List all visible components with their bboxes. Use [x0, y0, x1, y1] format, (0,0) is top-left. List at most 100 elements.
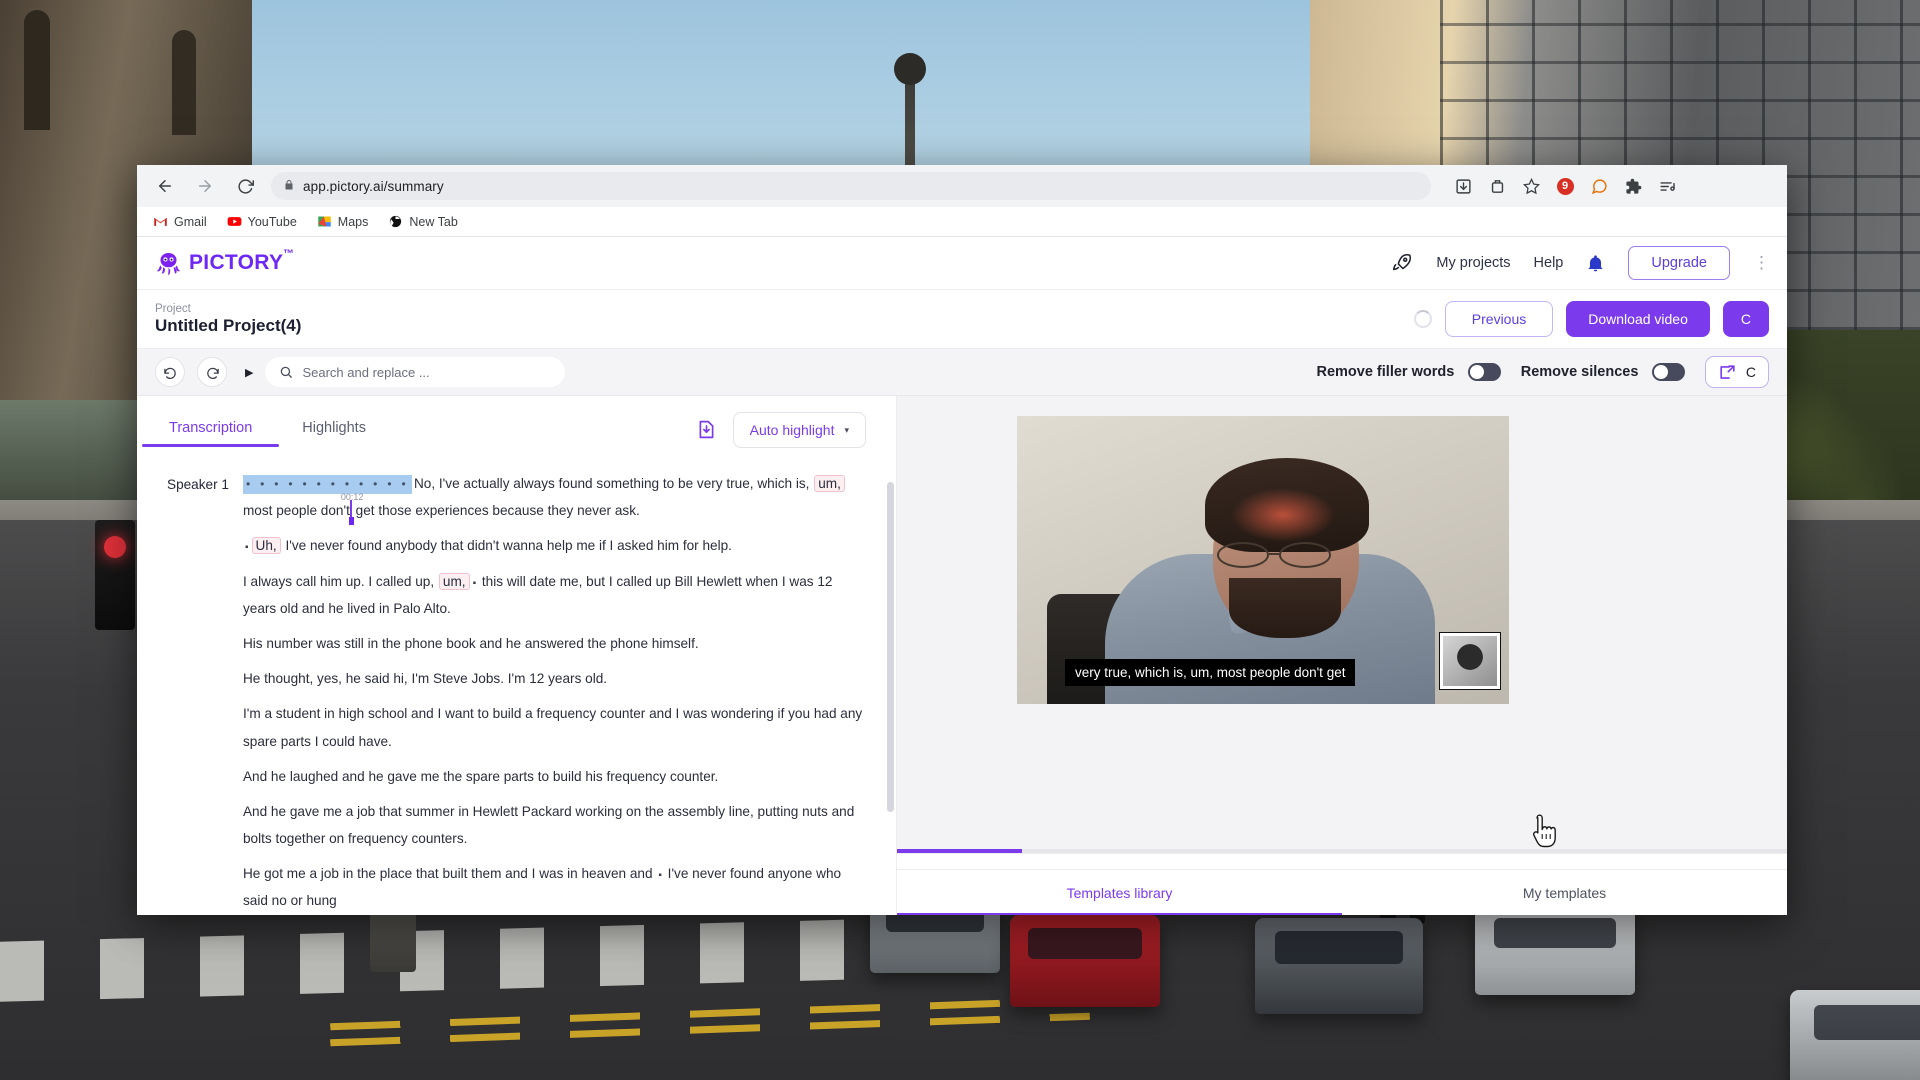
save-icon[interactable] [1487, 176, 1507, 196]
transcript-text[interactable]: • • • • • • • • • • • • No, I've actually… [242, 470, 866, 915]
rocket-icon[interactable] [1391, 252, 1413, 274]
transcript-segment: most people don't [242, 503, 350, 519]
bookmark-new-tab[interactable]: New Tab [388, 214, 458, 229]
browser-action-icons: 9 [1453, 176, 1677, 196]
preview-pane: very true, which is, um, most people don… [897, 396, 1787, 915]
export-icon [1718, 363, 1737, 382]
pause-marker[interactable]: ▪ [243, 542, 251, 553]
bookmark-maps[interactable]: Maps [317, 214, 368, 229]
transcript-paragraph[interactable]: He got me a job in the place that built … [243, 860, 866, 914]
toolbar-right: Remove filler words Remove silences C [1316, 356, 1769, 388]
remove-filler-words-toggle-group[interactable]: Remove filler words [1316, 362, 1501, 381]
puzzle-icon[interactable] [1623, 176, 1643, 196]
transcription-tabs: Transcription Highlights Auto highlight … [137, 396, 896, 448]
next-button-partial[interactable]: C [1722, 301, 1769, 337]
project-info: Project Untitled Project(4) [155, 303, 301, 336]
download-video-button[interactable]: Download video [1566, 301, 1710, 337]
transcript-segment: No, I've actually always found something… [413, 476, 814, 491]
car [1255, 918, 1423, 1014]
transcript-segment: I've never found anybody that didn't wan… [281, 538, 732, 554]
transcript-paragraph[interactable]: And he gave me a job that summer in Hewl… [243, 798, 866, 852]
filler-word[interactable]: um, [814, 475, 845, 492]
transcript-paragraph[interactable]: I'm a student in high school and I want … [243, 700, 866, 754]
transcript-segment: He got me a job in the place that built … [242, 866, 657, 882]
bell-icon[interactable] [1586, 254, 1605, 273]
expand-panel-icon[interactable]: ▶ [245, 366, 253, 379]
video-subject-beard [1229, 578, 1341, 638]
transcript-segment: get those experiences because they never… [355, 503, 640, 519]
watermark-thumbnail [1439, 632, 1501, 690]
forward-button[interactable] [191, 172, 219, 200]
export-button[interactable]: C [1704, 356, 1769, 388]
transcript-paragraph[interactable]: He thought, yes, he said hi, I'm Steve J… [243, 665, 866, 692]
transcript-body[interactable]: Speaker 1 • • • • • • • • • • • • No, I'v… [137, 448, 896, 915]
transcript-segment: And he gave me a job that summer in Hewl… [242, 803, 855, 847]
text-cursor: 00:12 [341, 492, 363, 526]
browser-toolbar: app.pictory.ai/summary 9 [137, 165, 1787, 207]
video-lens-flare [1231, 488, 1335, 542]
app-header: PICTORY ™ My projects Help Upgrade ⋮ [137, 237, 1787, 290]
transcript-paragraph[interactable]: His number was still in the phone book a… [243, 630, 866, 657]
search-icon [279, 365, 293, 379]
tab-my-templates[interactable]: My templates [1342, 870, 1787, 916]
project-label: Project [155, 302, 191, 315]
transcription-pane: Transcription Highlights Auto highlight … [137, 396, 897, 915]
redo-icon[interactable] [197, 357, 227, 387]
my-projects-link[interactable]: My projects [1436, 255, 1510, 271]
silence-marker[interactable]: • • • • • • • • • • • • [242, 474, 412, 494]
previous-button[interactable]: Previous [1444, 301, 1554, 337]
bookmark-gmail[interactable]: Gmail [153, 214, 207, 229]
pause-marker[interactable]: ▪ [471, 578, 479, 589]
install-icon[interactable] [1453, 176, 1473, 196]
remove-silences-toggle-group[interactable]: Remove silences [1520, 362, 1685, 381]
lock-icon [283, 179, 295, 194]
timestamp-marker: 00:12 [340, 492, 364, 503]
project-title[interactable]: Untitled Project(4) [155, 316, 301, 336]
traffic-signal [95, 520, 135, 630]
browser-window: app.pictory.ai/summary 9 Gmail YouTube M… [137, 165, 1787, 915]
filler-word[interactable]: Uh, [251, 537, 281, 555]
gmail-icon [153, 214, 168, 229]
remove-silences-label: Remove silences [1520, 364, 1639, 381]
upgrade-button[interactable]: Upgrade [1628, 246, 1730, 280]
header-actions: My projects Help Upgrade ⋮ [1391, 246, 1770, 280]
download-transcript-icon[interactable] [696, 419, 717, 442]
loading-spinner-icon [1413, 310, 1432, 328]
car [1475, 905, 1635, 995]
reading-list-icon[interactable] [1657, 176, 1677, 196]
overflow-menu-icon[interactable]: ⋮ [1753, 253, 1770, 273]
bookmark-label: Gmail [174, 214, 207, 229]
transcript-paragraph[interactable]: I always call him up. I called up, um, ▪ … [243, 568, 866, 622]
transcript-paragraph[interactable]: ▪ Uh, I've never found anybody that didn'… [243, 532, 866, 559]
tab-highlights[interactable]: Highlights [300, 414, 368, 447]
search-placeholder: Search and replace ... [302, 364, 430, 380]
car [1010, 915, 1160, 1007]
search-and-replace-input[interactable]: Search and replace ... [265, 357, 566, 387]
filler-word[interactable]: um, [438, 572, 470, 590]
pause-marker[interactable]: ▪ [656, 870, 664, 881]
transcript-paragraph[interactable]: And he laughed and he gave me the spare … [243, 763, 866, 790]
tab-templates-library[interactable]: Templates library [897, 870, 1342, 915]
undo-icon[interactable] [155, 357, 185, 387]
remove-filler-words-toggle[interactable] [1467, 362, 1501, 381]
notification-count: 9 [1556, 177, 1574, 195]
transcript-segment: I always call him up. I called up, [242, 573, 438, 589]
transcript-segment: I'm a student in high school and I want … [242, 706, 863, 749]
address-bar[interactable]: app.pictory.ai/summary [271, 172, 1431, 200]
help-link[interactable]: Help [1534, 255, 1564, 271]
pictory-logo[interactable]: PICTORY ™ [155, 248, 294, 277]
auto-highlight-button[interactable]: Auto highlight ▾ [732, 412, 866, 448]
remove-silences-toggle[interactable] [1651, 362, 1685, 381]
bookmark-youtube[interactable]: YouTube [227, 214, 297, 229]
extension-badge-icon[interactable]: 9 [1555, 176, 1575, 196]
back-button[interactable] [151, 172, 179, 200]
transcript-paragraph[interactable]: • • • • • • • • • • • • No, I've actually… [242, 470, 866, 526]
bookmark-star-icon[interactable] [1521, 176, 1541, 196]
video-preview[interactable]: very true, which is, um, most people don… [1017, 416, 1509, 704]
chat-icon[interactable] [1589, 176, 1609, 196]
editor-body: Transcription Highlights Auto highlight … [137, 396, 1787, 915]
transcript-scrollbar[interactable] [887, 482, 894, 812]
tab-transcription[interactable]: Transcription [141, 414, 280, 447]
remove-filler-words-label: Remove filler words [1316, 364, 1455, 381]
reload-button[interactable] [231, 172, 259, 200]
